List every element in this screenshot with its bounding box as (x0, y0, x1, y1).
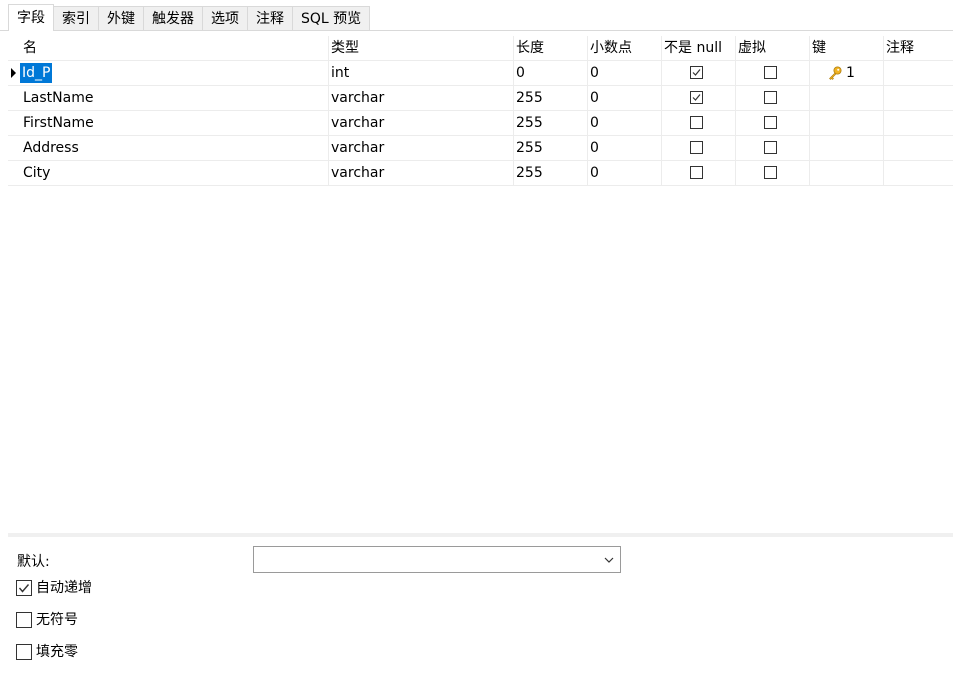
tab-options[interactable]: 选项 (202, 6, 248, 30)
checkbox-box[interactable] (16, 580, 32, 596)
cell-name-text: LastName (23, 90, 94, 106)
cell-name[interactable]: FirstName (20, 111, 329, 135)
cell-virtual[interactable] (735, 161, 810, 185)
cell-comment[interactable] (883, 86, 953, 110)
cell-decimals[interactable]: 0 (587, 161, 662, 185)
cell-decimals[interactable]: 0 (587, 61, 662, 85)
table-row[interactable]: City varchar 255 0 (8, 161, 953, 186)
cell-length[interactable]: 255 (513, 111, 588, 135)
fields-grid[interactable]: 名 类型 长度 小数点 不是 null 虚拟 键 注释 Id_P int 0 0 1 La… (8, 31, 953, 534)
not-null-checkbox[interactable] (690, 66, 703, 79)
column-header-not-null[interactable]: 不是 null (661, 36, 736, 60)
checkbox-box[interactable] (16, 612, 32, 628)
row-pointer-icon (11, 68, 16, 78)
cell-length[interactable]: 255 (513, 86, 588, 110)
cell-not-null[interactable] (661, 86, 736, 110)
checkbox-box[interactable] (16, 644, 32, 660)
cell-type[interactable]: varchar (328, 111, 514, 135)
column-header-key[interactable]: 键 (809, 36, 884, 60)
cell-length[interactable]: 255 (513, 136, 588, 160)
tab-strip: 字段 索引 外键 触发器 选项 注释 SQL 预览 (8, 4, 371, 31)
cell-virtual[interactable] (735, 86, 810, 110)
cell-length[interactable]: 0 (513, 61, 588, 85)
checkbox-label: 无符号 (36, 612, 78, 628)
tab-bar: 字段 索引 外键 触发器 选项 注释 SQL 预览 (0, 0, 953, 31)
table-row[interactable]: Address varchar 255 0 (8, 136, 953, 161)
table-row[interactable]: Id_P int 0 0 1 (8, 61, 953, 86)
table-row[interactable]: LastName varchar 255 0 (8, 86, 953, 111)
cell-type[interactable]: int (328, 61, 514, 85)
table-row[interactable]: FirstName varchar 255 0 (8, 111, 953, 136)
cell-not-null[interactable] (661, 61, 736, 85)
cell-type[interactable]: varchar (328, 136, 514, 160)
cell-name-text: FirstName (23, 115, 94, 131)
cell-comment[interactable] (883, 111, 953, 135)
checkbox-label: 填充零 (36, 644, 78, 660)
grid-header: 名 类型 长度 小数点 不是 null 虚拟 键 注释 (8, 36, 953, 61)
cell-decimals[interactable]: 0 (587, 136, 662, 160)
virtual-checkbox[interactable] (764, 91, 777, 104)
checkbox-label: 自动递增 (36, 580, 92, 596)
cell-name[interactable]: City (20, 161, 329, 185)
cell-type[interactable]: varchar (328, 161, 514, 185)
column-header-length[interactable]: 长度 (513, 36, 588, 60)
cell-not-null[interactable] (661, 111, 736, 135)
column-header-virtual[interactable]: 虚拟 (735, 36, 810, 60)
default-label: 默认: (17, 554, 50, 570)
cell-name-text: City (23, 165, 51, 181)
cell-comment[interactable] (883, 161, 953, 185)
cell-comment[interactable] (883, 61, 953, 85)
virtual-checkbox[interactable] (764, 66, 777, 79)
cell-key[interactable]: 1 (809, 61, 884, 85)
tab-sql-preview[interactable]: SQL 预览 (292, 6, 371, 30)
tab-indexes[interactable]: 索引 (53, 6, 99, 30)
cell-virtual[interactable] (735, 136, 810, 160)
cell-decimals[interactable]: 0 (587, 111, 662, 135)
cell-decimals[interactable]: 0 (587, 86, 662, 110)
tab-triggers[interactable]: 触发器 (143, 6, 203, 30)
column-header-comment[interactable]: 注释 (883, 36, 953, 60)
not-null-checkbox[interactable] (690, 141, 703, 154)
default-value-dropdown[interactable] (253, 546, 621, 573)
virtual-checkbox[interactable] (764, 141, 777, 154)
key-order: 1 (846, 65, 855, 81)
cell-comment[interactable] (883, 136, 953, 160)
not-null-checkbox[interactable] (690, 91, 703, 104)
cell-type[interactable]: varchar (328, 86, 514, 110)
cell-name[interactable]: Address (20, 136, 329, 160)
cell-name-text: Address (23, 140, 79, 156)
column-header-type[interactable]: 类型 (328, 36, 514, 60)
cell-key[interactable] (809, 86, 884, 110)
cell-not-null[interactable] (661, 136, 736, 160)
cell-key[interactable] (809, 111, 884, 135)
virtual-checkbox[interactable] (764, 166, 777, 179)
cell-key[interactable] (809, 161, 884, 185)
cell-name-text: Id_P (20, 63, 53, 83)
not-null-checkbox[interactable] (690, 116, 703, 129)
cell-name[interactable]: LastName (20, 86, 329, 110)
key-icon (827, 65, 843, 85)
not-null-checkbox[interactable] (690, 166, 703, 179)
column-header-name[interactable]: 名 (20, 36, 329, 60)
cell-virtual[interactable] (735, 111, 810, 135)
chevron-down-icon (604, 557, 614, 563)
column-header-decimals[interactable]: 小数点 (587, 36, 662, 60)
cell-length[interactable]: 255 (513, 161, 588, 185)
cell-not-null[interactable] (661, 161, 736, 185)
cell-virtual[interactable] (735, 61, 810, 85)
tab-foreign-keys[interactable]: 外键 (98, 6, 144, 30)
tab-fields[interactable]: 字段 (8, 4, 54, 31)
cell-key[interactable] (809, 136, 884, 160)
virtual-checkbox[interactable] (764, 116, 777, 129)
cell-name[interactable]: Id_P (20, 61, 329, 85)
tab-comment[interactable]: 注释 (247, 6, 293, 30)
field-properties-panel: 默认: 自动递增无符号填充零 (8, 537, 953, 680)
